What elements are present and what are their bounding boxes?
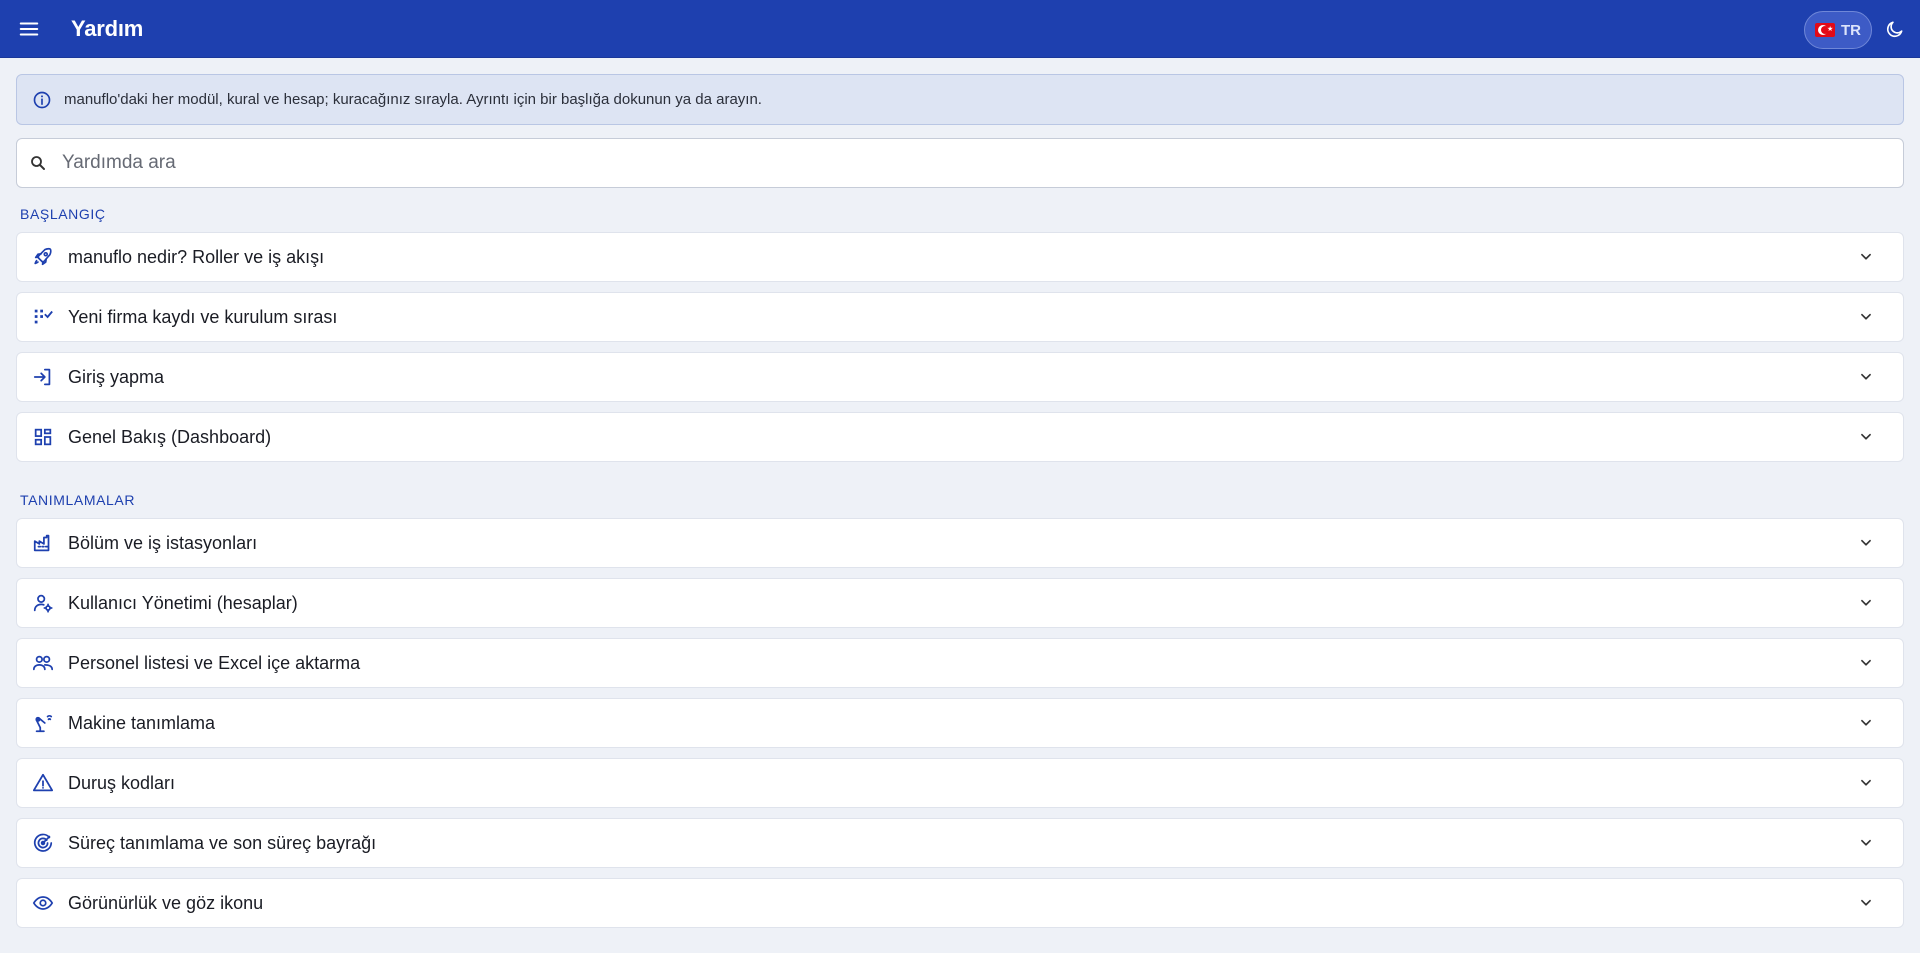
- warning-icon: [32, 772, 54, 794]
- rocket-icon: [32, 246, 54, 268]
- user-settings-icon: [32, 592, 54, 614]
- search-input[interactable]: [62, 139, 1903, 187]
- chevron-down-icon: [1855, 366, 1877, 388]
- help-item-departments[interactable]: Bölüm ve iş istasyonları: [16, 518, 1904, 568]
- help-item-label: Giriş yapma: [68, 366, 165, 387]
- checklist-icon: [32, 306, 54, 328]
- help-item-label: Kullanıcı Yönetimi (hesaplar): [68, 592, 298, 613]
- help-item-dashboard[interactable]: Genel Bakış (Dashboard): [16, 412, 1904, 462]
- help-item-downtime-codes[interactable]: Duruş kodları: [16, 758, 1904, 808]
- menu-icon[interactable]: [14, 14, 44, 44]
- section-title-baslangic: BAŞLANGIÇ: [20, 206, 106, 222]
- help-item-label: Görünürlük ve göz ikonu: [68, 892, 264, 913]
- info-icon: [32, 90, 52, 110]
- help-item-label: manuflo nedir? Roller ve iş akışı: [68, 246, 325, 267]
- factory-icon: [32, 532, 54, 554]
- help-item-label: Duruş kodları: [68, 772, 176, 793]
- help-item-new-company[interactable]: Yeni firma kaydı ve kurulum sırası: [16, 292, 1904, 342]
- chevron-down-icon: [1855, 246, 1877, 268]
- info-banner: manuflo'daki her modül, kural ve hesap; …: [16, 74, 1904, 125]
- chevron-down-icon: [1855, 772, 1877, 794]
- login-icon: [32, 366, 54, 388]
- target-icon: [32, 832, 54, 854]
- dashboard-icon: [32, 426, 54, 448]
- help-item-user-management[interactable]: Kullanıcı Yönetimi (hesaplar): [16, 578, 1904, 628]
- chevron-down-icon: [1855, 592, 1877, 614]
- eye-icon: [32, 892, 54, 914]
- help-item-label: Makine tanımlama: [68, 712, 216, 733]
- chevron-down-icon: [1855, 426, 1877, 448]
- search-box[interactable]: [16, 138, 1904, 188]
- help-item-label: Yeni firma kaydı ve kurulum sırası: [68, 306, 338, 327]
- help-item-process-definition[interactable]: Süreç tanımlama ve son süreç bayrağı: [16, 818, 1904, 868]
- chevron-down-icon: [1855, 306, 1877, 328]
- help-item-login[interactable]: Giriş yapma: [16, 352, 1904, 402]
- chevron-down-icon: [1855, 832, 1877, 854]
- moon-icon[interactable]: [1880, 14, 1910, 44]
- people-icon: [32, 652, 54, 674]
- help-item-label: Personel listesi ve Excel içe aktarma: [68, 652, 361, 673]
- chevron-down-icon: [1855, 532, 1877, 554]
- chevron-down-icon: [1855, 892, 1877, 914]
- help-item-label: Bölüm ve iş istasyonları: [68, 532, 258, 553]
- language-switcher[interactable]: ★ TR: [1804, 11, 1872, 49]
- help-item-personnel[interactable]: Personel listesi ve Excel içe aktarma: [16, 638, 1904, 688]
- info-text: manuflo'daki her modül, kural ve hesap; …: [64, 91, 762, 108]
- help-item-machines[interactable]: Makine tanımlama: [16, 698, 1904, 748]
- help-item-what-is-manuflo[interactable]: manuflo nedir? Roller ve iş akışı: [16, 232, 1904, 282]
- turkey-flag-icon: ★: [1815, 23, 1835, 37]
- help-item-label: Genel Bakış (Dashboard): [68, 426, 272, 447]
- help-item-label: Süreç tanımlama ve son süreç bayrağı: [68, 832, 377, 853]
- chevron-down-icon: [1855, 652, 1877, 674]
- app-bar: Yardım ★ TR: [0, 0, 1920, 58]
- robot-arm-icon: [32, 712, 54, 734]
- chevron-down-icon: [1855, 712, 1877, 734]
- language-label: TR: [1841, 21, 1861, 39]
- help-item-visibility[interactable]: Görünürlük ve göz ikonu: [16, 878, 1904, 928]
- page-title: Yardım: [71, 15, 144, 41]
- search-icon: [29, 154, 47, 172]
- section-title-tanimlamalar: TANIMLAMALAR: [20, 492, 136, 508]
